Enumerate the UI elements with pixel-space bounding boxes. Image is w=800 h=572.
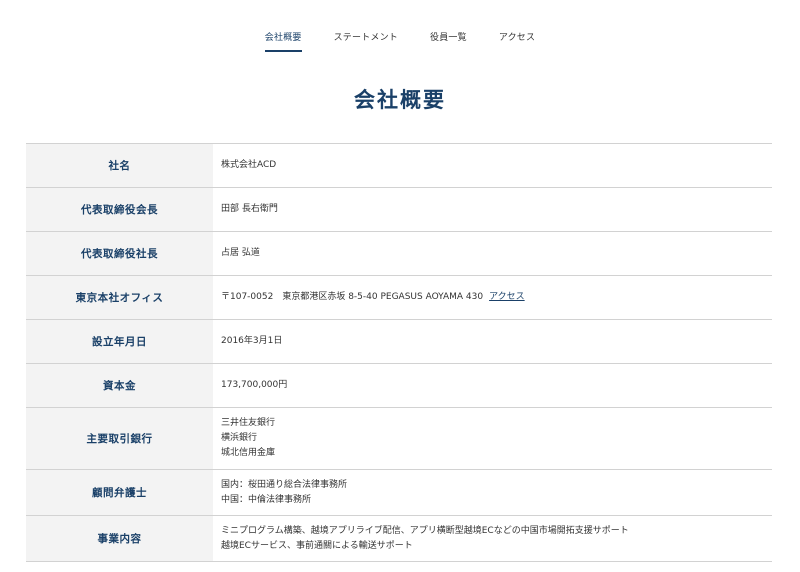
- subnav-statement[interactable]: ステートメント: [334, 28, 398, 52]
- table-row: 事業内容 ミニプログラム構築、越境アプリライブ配信、アプリ横断型越境ECなどの中…: [26, 515, 772, 562]
- bank-item: 横浜銀行: [221, 433, 258, 443]
- sub-navigation: 会社概要 ステートメント 役員一覧 アクセス: [0, 28, 800, 52]
- row-label-business: 事業内容: [26, 515, 213, 562]
- row-label-founded: 設立年月日: [26, 319, 213, 364]
- tokyo-office-cell: 〒107-0052 東京都港区赤坂 8-5-40 PEGASUS AOYAMA …: [213, 275, 772, 320]
- bank-item: 三井住友銀行: [221, 418, 276, 428]
- table-row: 顧問弁護士 国内：桜田通り総合法律事務所 中国：中倫法律事務所: [26, 469, 772, 516]
- capital-value: 173,700,000円: [213, 363, 772, 408]
- page-title: 会社概要: [354, 87, 446, 112]
- row-label-tokyo-office: 東京本社オフィス: [26, 275, 213, 320]
- table-row: 社名 株式会社ACD: [26, 143, 772, 188]
- legal-advisor-item: 中国：中倫法律事務所: [221, 494, 312, 505]
- access-link[interactable]: アクセス: [489, 292, 525, 302]
- business-item: ミニプログラム構築、越境アプリライブ配信、アプリ横断型越境ECなどの中国市場開拓…: [221, 525, 629, 536]
- business-item: 越境ECサービス、事前通關による輸送サポート: [221, 540, 413, 551]
- founded-value: 2016年3月1日: [213, 319, 772, 364]
- row-label-legal-advisor: 顧問弁護士: [26, 469, 213, 516]
- president-value: 占居 弘道: [213, 231, 772, 276]
- subnav-access[interactable]: アクセス: [499, 28, 535, 52]
- row-label-banks: 主要取引銀行: [26, 407, 213, 470]
- legal-advisor-item: 国内：桜田通り総合法律事務所: [221, 479, 348, 490]
- table-row: 東京本社オフィス 〒107-0052 東京都港区赤坂 8-5-40 PEGASU…: [26, 275, 772, 320]
- subnav-company-overview[interactable]: 会社概要: [264, 28, 302, 52]
- table-row: 代表取締役会長 田部 長右衛門: [26, 187, 772, 232]
- row-label-chairman: 代表取締役会長: [26, 187, 213, 232]
- row-label-president: 代表取締役社長: [26, 231, 213, 276]
- business-cell: ミニプログラム構築、越境アプリライブ配信、アプリ横断型越境ECなどの中国市場開拓…: [213, 515, 772, 562]
- legal-advisor-cell: 国内：桜田通り総合法律事務所 中国：中倫法律事務所: [213, 469, 772, 516]
- row-label-company-name: 社名: [26, 143, 213, 188]
- table-row: 代表取締役社長 占居 弘道: [26, 231, 772, 276]
- table-row: 資本金 173,700,000円: [26, 363, 772, 408]
- company-info-table: 社名 株式会社ACD 代表取締役会長 田部 長右衛門 代表取締役社長 占居 弘道…: [26, 143, 772, 562]
- subnav-officers[interactable]: 役員一覧: [430, 28, 467, 52]
- company-name-value: 株式会社ACD: [213, 143, 772, 188]
- chairman-value: 田部 長右衛門: [213, 187, 772, 232]
- tokyo-office-address: 〒107-0052 東京都港区赤坂 8-5-40 PEGASUS AOYAMA …: [221, 292, 484, 302]
- bank-item: 城北信用金庫: [221, 448, 276, 458]
- row-label-capital: 資本金: [26, 363, 213, 408]
- banks-cell: 三井住友銀行 横浜銀行 城北信用金庫: [213, 407, 772, 470]
- table-row: 主要取引銀行 三井住友銀行 横浜銀行 城北信用金庫: [26, 407, 772, 470]
- table-row: 設立年月日 2016年3月1日: [26, 319, 772, 364]
